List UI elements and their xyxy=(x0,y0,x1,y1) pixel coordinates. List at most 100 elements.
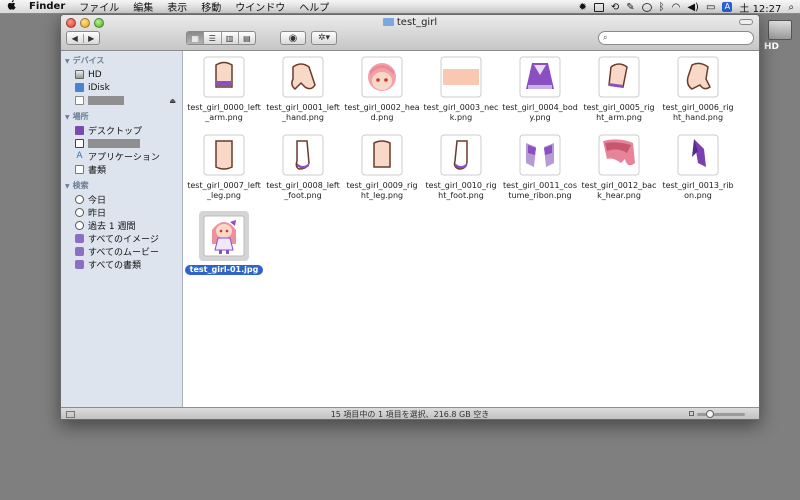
sidebar-item-label: 過去 1 週間 xyxy=(88,222,136,232)
smart-folder-icon xyxy=(75,247,84,256)
sidebar-item-label: アプリケーション xyxy=(88,153,160,163)
sidebar-header-places[interactable]: ▼ 場所 xyxy=(61,109,182,124)
menu-window[interactable]: ウインドウ xyxy=(228,0,292,14)
file-item[interactable]: test_girl_0011_costume_ribon.png xyxy=(500,133,580,201)
search-field[interactable]: ⌕ xyxy=(598,31,754,45)
sidebar-item-all-images[interactable]: すべてのイメージ xyxy=(61,232,182,245)
clock-icon xyxy=(75,195,84,204)
coverflow-view-button[interactable]: ▤ xyxy=(237,32,255,44)
sidebar-item-disk[interactable]: ⏏ xyxy=(61,94,182,107)
icon-view-button[interactable]: ▦ xyxy=(187,32,204,44)
spaces-icon[interactable] xyxy=(593,2,604,12)
back-button[interactable]: ◀ xyxy=(67,34,83,43)
sidebar-item-desktop[interactable]: デスクトップ xyxy=(61,124,182,137)
bluetooth-icon[interactable]: ᛒ xyxy=(659,2,665,12)
body-icon xyxy=(518,55,562,99)
sidebar-item-label: iDisk xyxy=(88,82,110,93)
clock-icon xyxy=(75,221,84,230)
sidebar-header-search[interactable]: ▼ 検索 xyxy=(61,178,182,193)
menu-help[interactable]: ヘルプ xyxy=(292,0,336,14)
file-item[interactable]: test_girl_0007_left_leg.png xyxy=(184,133,264,201)
file-name: test_girl_0005_right_arm.png xyxy=(583,103,655,122)
file-item[interactable]: test_girl_0005_right_arm.png xyxy=(579,55,659,123)
eject-icon[interactable]: ⏏ xyxy=(169,97,176,105)
sidebar-header-devices[interactable]: ▼ デバイス xyxy=(61,53,182,68)
menubar-clock[interactable]: 土 12:27 xyxy=(739,0,781,15)
file-item[interactable]: test_girl_0004_body.png xyxy=(500,55,580,123)
sidebar-item-home[interactable] xyxy=(61,137,182,150)
icon-size-slider[interactable] xyxy=(689,410,745,418)
sidebar-item-label: すべてのイメージ xyxy=(88,235,159,245)
sidebar-item-label: すべてのムービー xyxy=(88,248,160,258)
neck-icon xyxy=(439,55,483,99)
file-name: test_girl-01.jpg xyxy=(184,265,264,275)
right-leg-icon xyxy=(360,133,404,177)
quick-look-button[interactable]: ◉ xyxy=(280,31,306,45)
file-item[interactable]: test_girl_0010_right_foot.png xyxy=(421,133,501,201)
file-item[interactable]: test_girl_0002_head.png xyxy=(342,55,422,123)
character-icon xyxy=(199,211,249,261)
sidebar-item-all-documents[interactable]: すべての書類 xyxy=(61,258,182,271)
file-item[interactable]: test_girl_0009_right_leg.png xyxy=(342,133,422,201)
file-name: test_girl_0003_neck.png xyxy=(423,103,499,122)
sidebar-item-label: すべての書類 xyxy=(88,261,142,271)
slider-knob[interactable] xyxy=(706,410,714,418)
file-item[interactable]: test_girl_0003_neck.png xyxy=(421,55,501,123)
sidebar-item-applications[interactable]: A アプリケーション xyxy=(61,150,182,164)
search-input[interactable] xyxy=(610,32,741,42)
sidebar-item-documents[interactable]: 書類 xyxy=(61,163,182,176)
volume-icon[interactable]: ◀) xyxy=(687,2,699,12)
input-method-icon[interactable]: A xyxy=(722,2,733,12)
sidebar-item-hd[interactable]: HD xyxy=(61,68,182,81)
gear-icon: ✲▾ xyxy=(317,33,331,43)
brightness-icon[interactable]: ✹ xyxy=(578,2,586,12)
time-machine-icon[interactable]: ⟲ xyxy=(611,2,619,12)
menu-go[interactable]: 移動 xyxy=(194,0,228,14)
menu-finder[interactable]: Finder xyxy=(22,1,72,12)
home-icon xyxy=(75,139,84,148)
menu-file[interactable]: ファイル xyxy=(72,0,126,14)
left-foot-icon xyxy=(281,133,325,177)
toolbar-toggle-button[interactable] xyxy=(739,19,753,25)
sidebar-item-yesterday[interactable]: 昨日 xyxy=(61,206,182,219)
left-arm-icon xyxy=(202,55,246,99)
sidebar-item-label: 昨日 xyxy=(88,209,107,219)
script-icon[interactable]: ✎ xyxy=(626,2,634,12)
sidebar-resize-grip[interactable] xyxy=(66,411,75,418)
documents-icon xyxy=(75,165,84,174)
battery-icon[interactable]: ▭ xyxy=(706,2,715,12)
sidebar-item-past-week[interactable]: 過去 1 週間 xyxy=(61,219,182,232)
file-item[interactable]: test_girl_0001_left_hand.png xyxy=(263,55,343,123)
file-name: test_girl_0010_right_foot.png xyxy=(425,181,497,200)
disk-icon xyxy=(75,96,84,105)
file-item[interactable]: test_girl_0000_left_arm.png xyxy=(184,55,264,123)
right-arm-icon xyxy=(597,55,641,99)
clock-status-icon[interactable] xyxy=(641,2,652,12)
file-name: test_girl_0006_right_hand.png xyxy=(662,103,734,122)
forward-button[interactable]: ▶ xyxy=(82,33,100,43)
column-view-button[interactable]: ▥ xyxy=(220,32,238,44)
sidebar-item-label: 書類 xyxy=(88,166,107,176)
status-bar: 15 項目中の 1 項目を選択、216.8 GB 空き xyxy=(61,407,759,419)
hard-disk-icon xyxy=(768,20,792,40)
spotlight-icon[interactable]: ⌕ xyxy=(788,2,794,12)
file-name: test_girl_0011_costume_ribon.png xyxy=(503,181,577,200)
file-item[interactable]: test_girl_0013_ribon.png xyxy=(658,133,738,201)
wifi-icon[interactable]: ◠ xyxy=(672,2,681,12)
sidebar-item-all-movies[interactable]: すべてのムービー xyxy=(61,245,182,258)
desktop-hd[interactable]: HD xyxy=(760,18,800,58)
eye-icon: ◉ xyxy=(288,32,298,44)
desktop-icon xyxy=(75,126,84,135)
file-item-selected[interactable]: test_girl-01.jpg xyxy=(184,211,264,275)
sidebar-item-today[interactable]: 今日 xyxy=(61,193,182,206)
sidebar-item-idisk[interactable]: iDisk xyxy=(61,81,182,94)
file-item[interactable]: test_girl_0006_right_hand.png xyxy=(658,55,738,123)
head-icon xyxy=(360,55,404,99)
file-item[interactable]: test_girl_0008_left_foot.png xyxy=(263,133,343,201)
action-menu-button[interactable]: ✲▾ xyxy=(311,31,337,45)
menu-edit[interactable]: 編集 xyxy=(126,0,160,14)
file-item[interactable]: test_girl_0012_back_hear.png xyxy=(579,133,659,201)
apple-menu-icon[interactable] xyxy=(0,0,22,13)
list-view-button[interactable]: ☰ xyxy=(203,32,220,44)
menu-view[interactable]: 表示 xyxy=(160,0,194,14)
